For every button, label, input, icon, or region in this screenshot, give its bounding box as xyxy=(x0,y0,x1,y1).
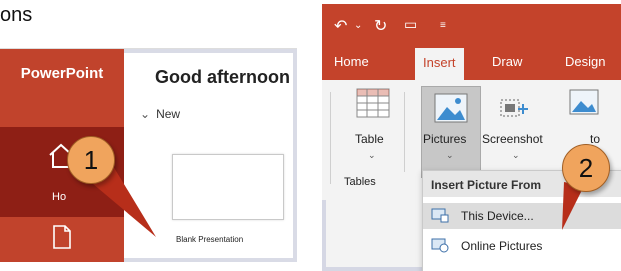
chevron-down-icon[interactable]: ⌄ xyxy=(354,20,362,31)
quick-access-toolbar: ↶ ⌄ ↻ ▭ ≡ xyxy=(322,4,621,44)
blank-presentation-thumbnail[interactable] xyxy=(172,154,284,220)
home-label: Ho xyxy=(52,191,67,203)
menu-item-label: Online Pictures xyxy=(461,239,543,253)
ribbon-tabs: Home Insert Draw Design xyxy=(322,44,621,80)
chevron-down-icon: ⌄ xyxy=(140,107,151,121)
table-button-label[interactable]: Table xyxy=(355,132,384,146)
screenshot-button-label[interactable]: Screenshot xyxy=(482,132,543,146)
blank-presentation-label: Blank Presentation xyxy=(176,235,244,244)
app-title: PowerPoint xyxy=(20,65,104,82)
customize-toolbar-icon[interactable]: ≡ xyxy=(440,20,446,31)
chevron-down-icon[interactable]: ⌄ xyxy=(512,150,520,161)
menu-item-online-pictures[interactable]: Online Pictures xyxy=(423,233,621,259)
menu-item-label: This Device... xyxy=(461,209,534,223)
table-icon[interactable] xyxy=(356,88,390,118)
divider xyxy=(330,92,331,184)
tab-home[interactable]: Home xyxy=(334,54,369,69)
photo-album-icon[interactable] xyxy=(568,88,600,118)
new-section-label: New xyxy=(156,107,181,121)
slideshow-icon[interactable]: ▭ xyxy=(404,16,417,33)
group-label-tables: Tables xyxy=(344,176,376,188)
new-section-toggle[interactable]: ⌄ New xyxy=(140,107,180,121)
online-pictures-icon xyxy=(431,238,449,253)
screenshot-icon[interactable] xyxy=(499,94,531,120)
tab-insert[interactable]: Insert xyxy=(415,48,464,80)
chevron-down-icon[interactable]: ⌄ xyxy=(368,150,376,161)
device-icon xyxy=(431,208,449,223)
tab-design[interactable]: Design xyxy=(565,54,605,69)
greeting-heading: Good afternoon xyxy=(155,67,290,87)
ribbon-panel: ↶ ⌄ ↻ ▭ ≡ Home Insert Draw Design Table … xyxy=(322,4,621,271)
chevron-down-icon: ⌄ xyxy=(446,150,454,160)
new-document-icon[interactable] xyxy=(52,225,72,249)
caption-text: ons xyxy=(0,4,33,26)
step-number: 2 xyxy=(578,152,594,183)
step-marker-2: 2 xyxy=(562,144,610,192)
pictures-button-label: Pictures xyxy=(423,132,467,146)
tab-draw[interactable]: Draw xyxy=(492,54,522,69)
step-marker-1: 1 xyxy=(67,136,115,184)
step-number: 1 xyxy=(83,144,99,175)
picture-icon xyxy=(434,93,468,123)
undo-icon[interactable]: ↶ xyxy=(334,16,347,36)
divider xyxy=(404,92,405,172)
start-screen-panel: PowerPoint Ho Good afternoon ⌄ New Blank … xyxy=(0,48,297,262)
redo-icon[interactable]: ↻ xyxy=(374,16,387,36)
